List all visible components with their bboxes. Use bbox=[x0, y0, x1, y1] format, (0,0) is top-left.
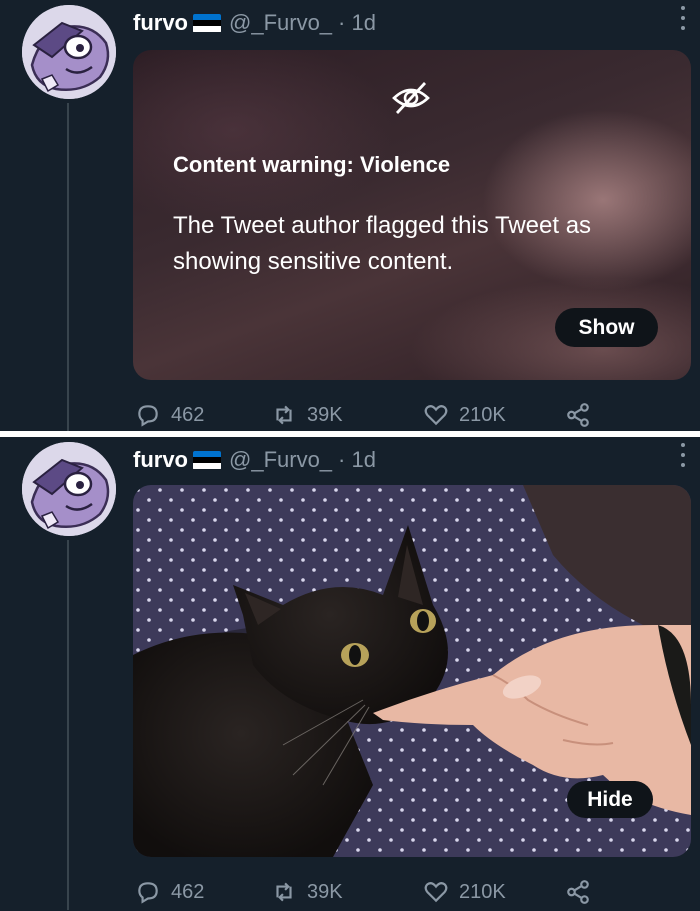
retweet-button[interactable]: 39K bbox=[271, 400, 343, 430]
like-button[interactable]: 210K bbox=[423, 877, 506, 907]
tweet-time[interactable]: · 1d bbox=[338, 10, 376, 36]
share-icon bbox=[567, 880, 589, 904]
like-count: 210K bbox=[459, 880, 506, 903]
more-options-icon[interactable] bbox=[680, 6, 686, 30]
reply-icon bbox=[138, 882, 158, 904]
retweet-count: 39K bbox=[307, 403, 343, 426]
reply-icon bbox=[138, 405, 158, 427]
sensitive-media[interactable]: Content warning: Violence The Tweet auth… bbox=[133, 50, 691, 380]
avatar[interactable] bbox=[22, 442, 116, 536]
estonia-flag-icon bbox=[193, 450, 221, 470]
tweet-header: furvo @_Furvo_ · 1d bbox=[133, 445, 376, 475]
content-warning-body: The Tweet author flagged this Tweet as s… bbox=[173, 212, 592, 275]
content-warning-title: Content warning: Violence bbox=[173, 152, 451, 177]
estonia-flag-icon bbox=[193, 13, 221, 33]
tweet-revealed: furvo @_Furvo_ · 1d Hide 462 39K 210K bbox=[0, 437, 700, 911]
author-name[interactable]: furvo bbox=[133, 447, 188, 473]
tweet-content-warning: furvo @_Furvo_ · 1d Content warning: Vio… bbox=[0, 0, 700, 431]
like-count: 210K bbox=[459, 403, 506, 426]
author-handle[interactable]: @_Furvo_ bbox=[229, 10, 332, 36]
retweet-icon bbox=[276, 405, 292, 425]
tweet-actions: 462 39K 210K bbox=[133, 877, 623, 907]
avatar[interactable] bbox=[22, 5, 116, 99]
thread-line bbox=[67, 540, 69, 910]
reply-count: 462 bbox=[171, 880, 205, 903]
reply-button[interactable]: 462 bbox=[135, 400, 204, 430]
eye-slash-icon bbox=[392, 82, 430, 114]
retweet-count: 39K bbox=[307, 880, 343, 903]
reply-button[interactable]: 462 bbox=[135, 877, 204, 907]
tweet-time[interactable]: · 1d bbox=[338, 447, 376, 473]
author-name[interactable]: furvo bbox=[133, 10, 188, 36]
share-icon bbox=[567, 403, 589, 427]
show-button[interactable]: Show bbox=[555, 308, 658, 347]
cat-photo[interactable]: Hide bbox=[133, 485, 691, 857]
hide-button[interactable]: Hide bbox=[567, 781, 653, 818]
heart-icon bbox=[424, 405, 448, 426]
author-handle[interactable]: @_Furvo_ bbox=[229, 447, 332, 473]
share-button[interactable] bbox=[565, 877, 591, 907]
reply-count: 462 bbox=[171, 403, 205, 426]
thread-line bbox=[67, 103, 69, 431]
retweet-icon bbox=[276, 882, 292, 902]
heart-icon bbox=[424, 882, 448, 903]
share-button[interactable] bbox=[565, 400, 591, 430]
like-button[interactable]: 210K bbox=[423, 400, 506, 430]
more-options-icon[interactable] bbox=[680, 443, 686, 467]
retweet-button[interactable]: 39K bbox=[271, 877, 343, 907]
tweet-header: furvo @_Furvo_ · 1d bbox=[133, 8, 376, 38]
tweet-actions: 462 39K 210K bbox=[133, 400, 623, 430]
